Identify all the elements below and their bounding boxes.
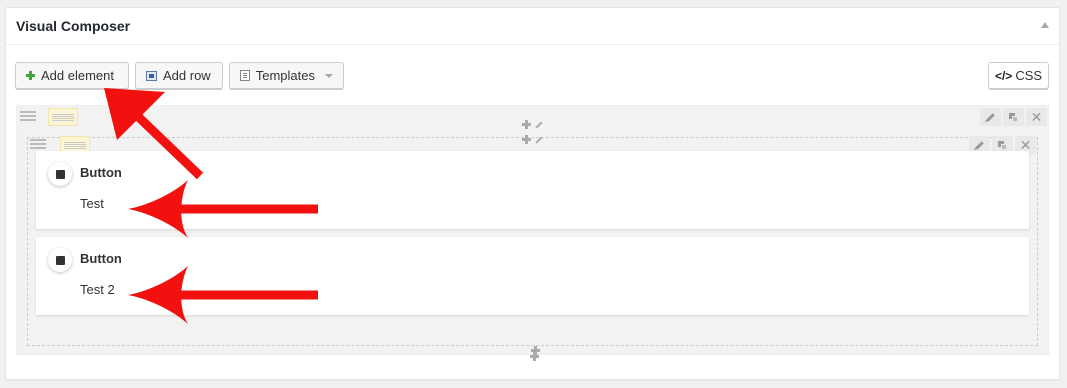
plus-icon (26, 71, 35, 80)
element-text: Test (80, 196, 104, 211)
column-edit-icon[interactable] (535, 135, 543, 144)
column-add-edit-controls (522, 135, 543, 144)
row-controls-left (18, 108, 78, 126)
pencil-icon (975, 140, 984, 150)
row-bottom-add-control (530, 352, 539, 361)
button-element-icon (48, 248, 72, 272)
add-row-bottom-icon[interactable] (530, 352, 539, 361)
row-clone-button[interactable] (1003, 108, 1024, 126)
collapse-arrow-icon[interactable] (1041, 22, 1049, 28)
element-text: Test 2 (80, 282, 115, 297)
pencil-icon (986, 112, 995, 122)
css-button[interactable]: </> CSS (988, 62, 1049, 89)
add-element-label: Add element (41, 68, 114, 83)
element-card[interactable]: Button Test (36, 151, 1029, 229)
row-controls-right: ✕ (980, 108, 1047, 126)
row-edit-icon[interactable] (535, 120, 543, 129)
element-name: Button (80, 251, 122, 266)
element-card[interactable]: Button Test 2 (36, 237, 1029, 315)
clone-icon (998, 140, 1007, 150)
templates-label: Templates (255, 68, 315, 83)
clone-icon (1009, 112, 1018, 122)
add-row-button[interactable]: Add row (135, 62, 223, 89)
add-element-button[interactable]: Add element (15, 62, 129, 89)
row-delete-button[interactable]: ✕ (1026, 108, 1047, 126)
visual-composer-panel: Visual Composer Add element Add row Temp… (5, 7, 1060, 380)
row-drag-handle-icon[interactable] (18, 108, 38, 124)
css-label: CSS (1015, 68, 1043, 83)
row-add-icon[interactable] (522, 120, 531, 129)
add-row-label: Add row (163, 68, 211, 83)
templates-icon (240, 70, 250, 81)
row-layout-icon[interactable] (48, 108, 78, 126)
vc-row: ✕ ✕ Button Test Button Test 2 (16, 105, 1049, 355)
close-icon: ✕ (1030, 109, 1043, 125)
panel-title: Visual Composer (16, 18, 131, 34)
button-element-icon (48, 162, 72, 186)
element-name: Button (80, 165, 122, 180)
panel-header: Visual Composer (6, 8, 1059, 45)
close-icon: ✕ (1019, 137, 1032, 153)
column-drag-handle-icon[interactable] (28, 136, 48, 152)
chevron-down-icon (325, 73, 333, 78)
row-edit-button[interactable] (980, 108, 1001, 126)
vc-column: ✕ Button Test Button Test 2 (27, 135, 1038, 346)
code-icon: </> (994, 68, 1013, 83)
templates-button[interactable]: Templates (229, 62, 344, 89)
row-icon (146, 70, 157, 81)
row-add-edit-controls (522, 120, 543, 129)
column-add-icon[interactable] (522, 135, 531, 144)
